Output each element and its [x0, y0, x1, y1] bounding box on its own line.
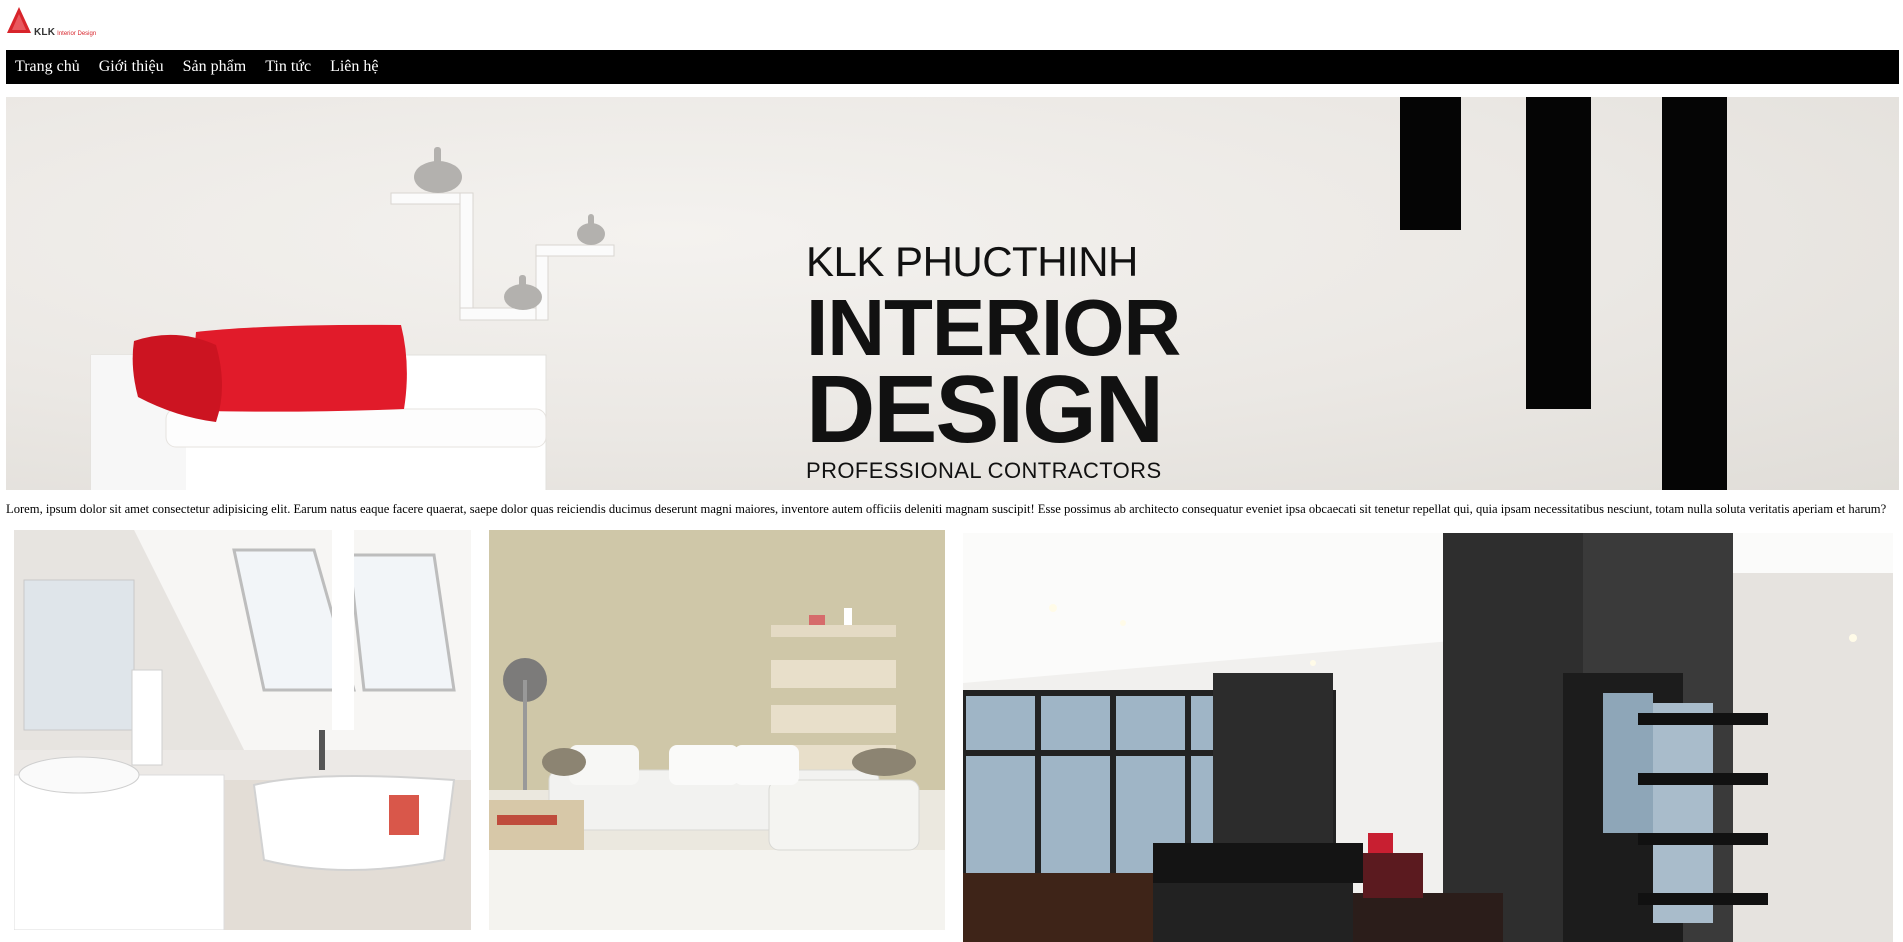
nav-item-news[interactable]: Tin tức: [265, 58, 311, 76]
logo-triangle-icon: [7, 7, 31, 33]
vases: [414, 147, 605, 310]
nav-item-products[interactable]: Sản phẩm: [183, 58, 247, 76]
gallery-image-apartment[interactable]: [963, 533, 1893, 942]
logo-text: KLK Interior Design: [34, 23, 96, 39]
banner-heading-design: DESIGN: [806, 356, 1164, 463]
gallery-image-living-room[interactable]: [489, 530, 945, 930]
logo-brand: KLK: [34, 27, 56, 38]
site-logo[interactable]: KLK Interior Design: [6, 6, 96, 39]
nav-item-home[interactable]: Trang chủ: [15, 58, 80, 76]
wall-shelf: [390, 192, 615, 321]
banner-title: KLK PHUCTHINH INTERIOR DESIGN PROFESSION…: [806, 240, 1196, 484]
bathroom-illustration: [14, 530, 471, 930]
gallery-image-bathroom[interactable]: [14, 530, 471, 930]
apartment-illustration: [963, 533, 1893, 942]
logo-tagline: Interior Design: [57, 31, 97, 37]
nav-item-about[interactable]: Giới thiệu: [99, 58, 164, 76]
hero-banner: KLK PHUCTHINH INTERIOR DESIGN PROFESSION…: [6, 97, 1899, 490]
banner-subtitle: PROFESSIONAL CONTRACTORS: [806, 458, 1162, 483]
banner-company: KLK PHUCTHINH: [806, 238, 1138, 285]
nav-item-contact[interactable]: Liên hệ: [330, 58, 378, 76]
main-nav: Trang chủ Giới thiệu Sản phẩm Tin tức Li…: [6, 50, 1899, 84]
intro-paragraph: Lorem, ipsum dolor sit amet consectetur …: [6, 502, 1887, 516]
living-room-illustration: [489, 530, 945, 930]
sofa: [90, 324, 547, 490]
